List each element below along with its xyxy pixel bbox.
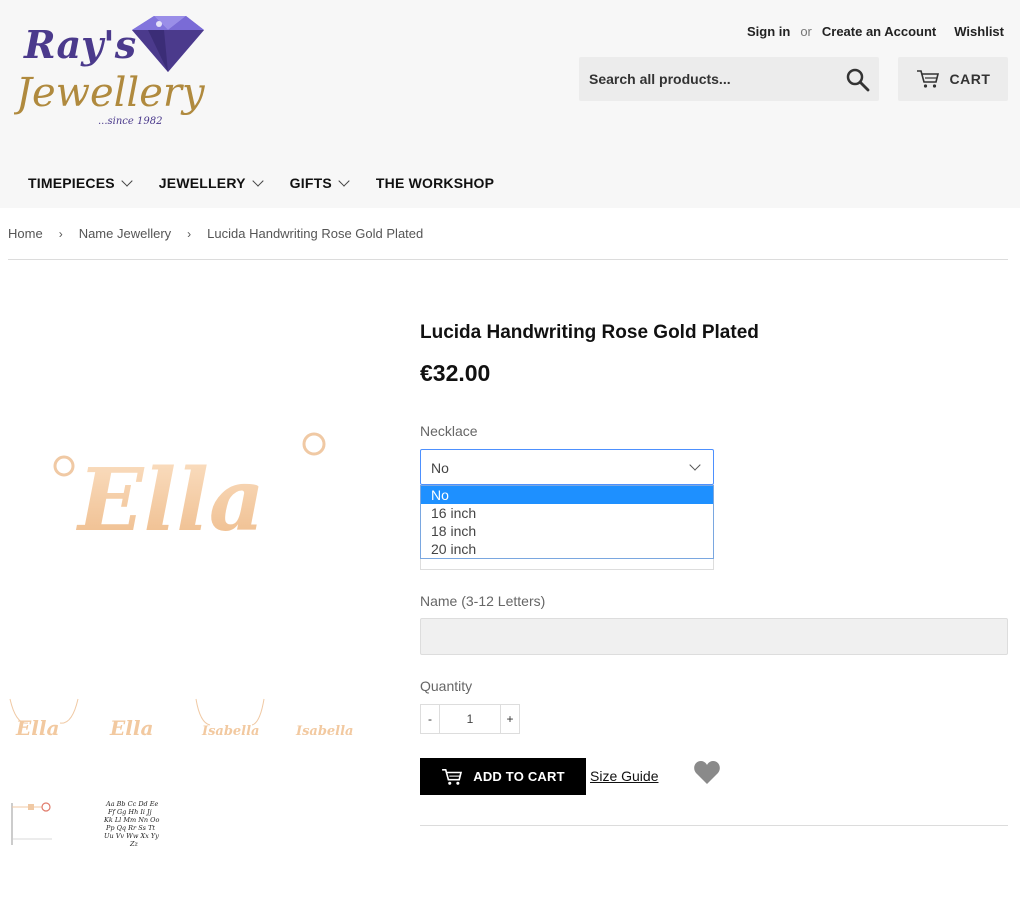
chevron-down-icon [251,175,264,187]
product-title: Lucida Handwriting Rose Gold Plated [420,322,759,343]
nav-item-label: JEWELLERY [158,175,246,191]
cart-icon [916,70,939,88]
diamond-icon [132,16,204,72]
name-field[interactable] [420,618,1008,655]
thumbnail-5[interactable] [8,799,56,849]
quantity-increase-button[interactable]: + [500,705,519,733]
add-to-cart-label: ADD TO CART [473,769,565,784]
necklace-select-value: No [431,460,449,476]
chevron-down-icon [121,175,133,187]
necklace-select[interactable]: No [420,449,714,485]
svg-text:Isabella: Isabella [295,724,353,739]
necklace-dropdown: No 16 inch 18 inch 20 inch [420,485,714,559]
nav-item-label: TIMEPIECES [28,175,115,191]
search-button[interactable] [845,67,871,93]
svg-text:Ff Gg Hh Ii Jj: Ff Gg Hh Ii Jj [107,808,152,816]
thumbnail-6[interactable]: Aa Bb Cc Dd Ee Ff Gg Hh Ii Jj Kk Ll Mm N… [102,799,166,847]
search-bar [579,57,879,101]
or-text: or [800,24,812,39]
add-to-cart-button[interactable]: ADD TO CART [420,758,586,795]
quantity-label: Quantity [420,678,473,694]
breadcrumb-separator: › [58,226,63,241]
cart-label: CART [949,71,991,87]
thumbnail-4[interactable]: Isabella [294,705,358,745]
product-image-graphic: Ella [53,432,326,551]
chevron-down-icon [338,175,350,187]
dropdown-option-no[interactable]: No [421,486,713,504]
thumbnail-3[interactable]: Isabella [194,695,266,745]
account-links: Sign in or Create an Account Wishlist [747,24,1004,39]
search-icon [846,68,870,92]
sign-in-link[interactable]: Sign in [747,24,790,39]
nav-item-jewellery[interactable]: JEWELLERY [158,175,264,191]
main-navigation: TIMEPIECES JEWELLERY GIFTS THE WORKSHOP [28,175,522,191]
logo-graphic: Ray's Jewellery ...since 1982 [9,16,206,127]
dropdown-option-20-inch[interactable]: 20 inch [421,540,713,558]
product-main-image[interactable]: Ella [40,420,340,560]
breadcrumb-separator: › [187,226,192,241]
svg-text:Aa Bb Cc Dd Ee: Aa Bb Cc Dd Ee [105,800,159,808]
divider [8,259,1008,260]
logo-line2: Jewellery [14,70,206,116]
divider [420,825,1008,826]
svg-text:Ella: Ella [109,716,153,740]
quantity-decrease-button[interactable]: - [421,705,440,733]
svg-text:Kk Ll Mm Nn Oo: Kk Ll Mm Nn Oo [103,816,159,824]
thumbnail-2[interactable]: Ella [106,705,170,745]
create-account-link[interactable]: Create an Account [822,24,936,39]
wishlist-link[interactable]: Wishlist [954,24,1004,39]
dropdown-option-18-inch[interactable]: 18 inch [421,522,713,540]
nav-item-timepieces[interactable]: TIMEPIECES [28,175,133,191]
nav-item-label: GIFTS [289,175,332,191]
search-input[interactable] [589,57,839,101]
nav-item-gifts[interactable]: GIFTS [289,175,350,191]
nav-item-the-workshop[interactable]: THE WORKSHOP [376,175,494,191]
breadcrumb: Home › Name Jewellery › Lucida Handwriti… [8,226,423,241]
dropdown-option-16-inch[interactable]: 16 inch [421,504,713,522]
breadcrumb-home[interactable]: Home [8,226,43,241]
svg-text:Pp Qq Rr Ss Tt: Pp Qq Rr Ss Tt [105,824,155,832]
logo-tagline: ...since 1982 [98,116,162,127]
product-price: €32.00 [420,360,491,386]
store-logo[interactable]: Ray's Jewellery ...since 1982 [9,10,206,132]
svg-text:Zz: Zz [129,840,139,847]
quantity-stepper: - 1 + [420,704,520,734]
chevron-down-icon [689,459,701,471]
cart-button[interactable]: CART [898,57,1008,101]
site-header: Ray's Jewellery ...since 1982 Sign in or… [0,0,1020,208]
product-image-name: Ella [75,450,265,551]
breadcrumb-current: Lucida Handwriting Rose Gold Plated [207,226,424,241]
thumbnail-1[interactable]: Ella [8,695,80,745]
logo-line1: Ray's [23,22,136,67]
svg-text:Uu Vv Ww Xx Yy: Uu Vv Ww Xx Yy [104,832,159,840]
necklace-label: Necklace [420,423,478,439]
quantity-input[interactable]: 1 [440,705,500,733]
svg-text:Isabella: Isabella [201,724,259,739]
svg-text:Ella: Ella [15,716,59,740]
cart-icon [442,768,463,785]
heart-icon[interactable] [693,760,721,786]
name-label: Name (3-12 Letters) [420,593,546,609]
size-guide-link[interactable]: Size Guide [590,768,658,784]
breadcrumb-name-jewellery[interactable]: Name Jewellery [79,226,171,241]
nav-item-label: THE WORKSHOP [375,175,495,191]
